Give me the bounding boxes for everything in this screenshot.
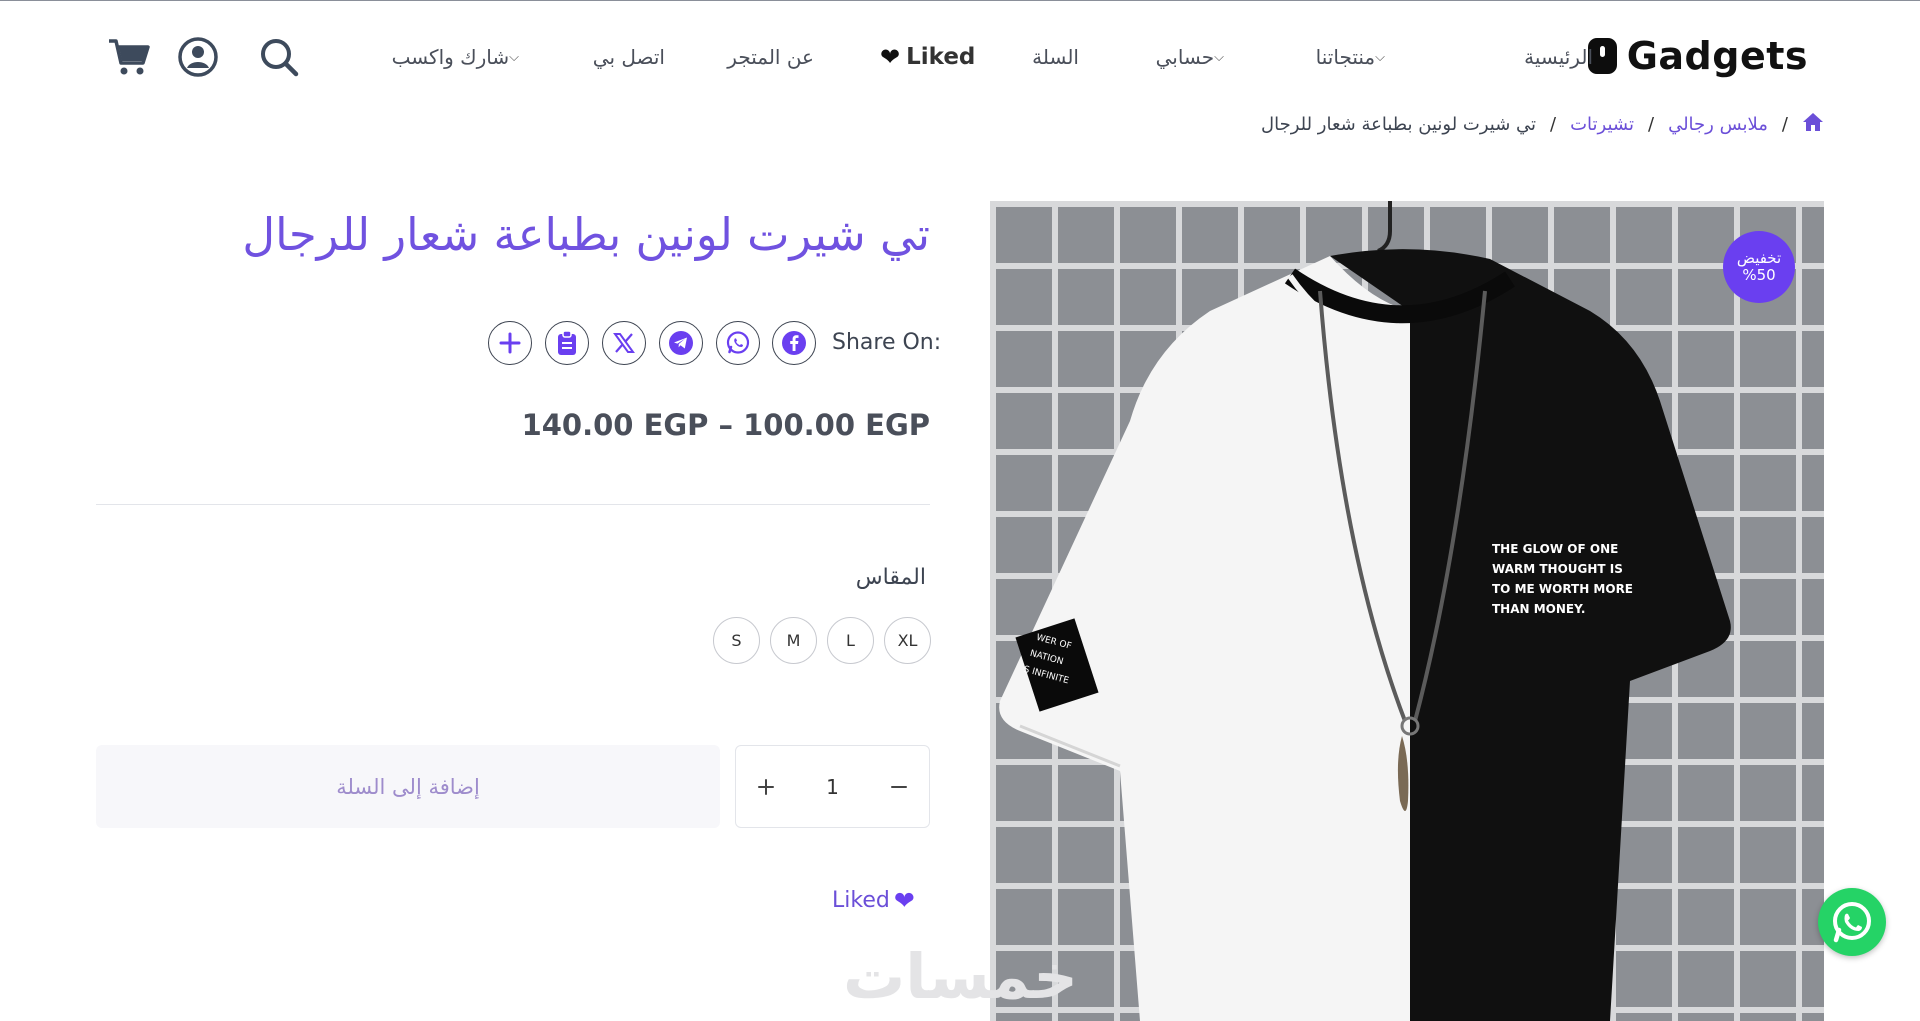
decrease-quantity-button[interactable] — [869, 746, 929, 827]
nav-about[interactable]: عن المتجر — [727, 42, 814, 72]
chevron-down-icon: ⌵ — [509, 49, 519, 65]
nav-account[interactable]: حسابي ⌵ — [1156, 42, 1232, 72]
whatsapp-icon — [1833, 902, 1871, 943]
minus-icon — [891, 785, 907, 788]
liked-label: Liked — [832, 888, 890, 913]
sale-badge-line2: %50 — [1742, 266, 1776, 284]
breadcrumb-separator: / — [1781, 114, 1788, 135]
size-option-m[interactable]: M — [770, 617, 817, 664]
nav-cart-label: السلة — [1032, 45, 1079, 69]
x-icon — [613, 333, 635, 353]
nav-affiliate[interactable]: شارك واكسب ⌵ — [392, 42, 527, 72]
brand-name: Gadgets — [1626, 34, 1808, 78]
nav-affiliate-label: شارك واكسب — [391, 45, 510, 69]
nav-contact[interactable]: اتصل بي — [593, 42, 665, 72]
heart-icon: ❤ — [893, 886, 915, 915]
size-option-xl[interactable]: XL — [884, 617, 931, 664]
breadcrumb-separator: / — [1647, 114, 1655, 135]
share-label: Share On: — [832, 330, 942, 355]
clipboard-icon — [558, 330, 576, 355]
nav-liked[interactable]: ❤ Liked — [880, 42, 975, 72]
quantity-input[interactable]: 1 — [796, 746, 869, 827]
search-icon[interactable] — [256, 34, 302, 80]
whatsapp-icon — [726, 331, 750, 354]
nav-cart[interactable]: السلة — [1032, 42, 1079, 72]
price-range: 140.00 EGP – 100.00 EGP — [521, 408, 930, 442]
nav-about-label: عن المتجر — [727, 45, 814, 69]
telegram-share-button[interactable] — [659, 321, 703, 365]
breadcrumb-tshirts[interactable]: تشيرتات — [1570, 114, 1634, 135]
top-border — [0, 0, 1920, 1]
divider — [96, 504, 930, 505]
size-option-s[interactable]: S — [713, 617, 760, 664]
print-line-1: THE GLOW OF ONE — [1492, 542, 1618, 556]
whatsapp-share-button[interactable] — [716, 321, 760, 365]
size-option-l[interactable]: L — [827, 617, 874, 664]
add-to-cart-button[interactable]: إضافة إلى السلة — [96, 745, 720, 828]
home-icon[interactable] — [1802, 112, 1824, 137]
nav-home[interactable]: الرئيسية — [1524, 42, 1593, 72]
facebook-share-button[interactable] — [772, 321, 816, 365]
telegram-icon — [669, 331, 693, 355]
breadcrumb-separator: / — [1550, 114, 1557, 135]
user-icon[interactable] — [175, 34, 221, 80]
x-share-button[interactable] — [602, 321, 646, 365]
cart-icon[interactable] — [106, 34, 152, 80]
increase-quantity-button[interactable] — [736, 746, 796, 827]
print-line-4: THAN MONEY. — [1492, 602, 1585, 616]
quantity-stepper: 1 — [735, 745, 930, 828]
breadcrumb-current: تي شيرت لونين بطباعة شعار للرجال — [1261, 114, 1537, 135]
heart-icon: ❤ — [880, 43, 901, 71]
size-label: المقاس — [855, 565, 926, 590]
print-line-3: TO ME WORTH MORE — [1492, 582, 1633, 596]
nav-products-label: منتجاتنا — [1315, 45, 1376, 69]
plus-icon — [758, 778, 774, 795]
nav-liked-label: Liked — [906, 44, 976, 70]
breadcrumb-men-clothing[interactable]: ملابس رجالي — [1668, 114, 1768, 135]
brand-logo[interactable]: Gadgets — [1587, 34, 1808, 78]
nav-contact-label: اتصل بي — [592, 45, 665, 69]
sale-badge: تخفيض %50 — [1723, 231, 1795, 303]
add-to-liked-button[interactable]: Liked ❤ — [832, 886, 915, 915]
copy-link-button[interactable] — [545, 321, 589, 365]
nav-home-label: الرئيسية — [1524, 45, 1593, 69]
product-image[interactable]: WER OF NATION S INFINITE THE GLOW OF ONE… — [990, 201, 1824, 1021]
sale-badge-line1: تخفيض — [1736, 248, 1782, 267]
whatsapp-chat-button[interactable] — [1818, 888, 1886, 956]
nav-account-label: حسابي — [1155, 45, 1215, 69]
breadcrumb: / ملابس رجالي / تشيرتات / تي شيرت لونين … — [1261, 112, 1824, 137]
product-title: تي شيرت لونين بطباعة شعار للرجال — [242, 208, 930, 261]
more-share-button[interactable] — [488, 321, 532, 365]
print-line-2: WARM THOUGHT IS — [1492, 562, 1623, 576]
chevron-down-icon: ⌵ — [1214, 49, 1224, 65]
plus-icon — [499, 332, 521, 354]
nav-products[interactable]: منتجاتنا ⌵ — [1316, 42, 1393, 72]
watermark: خمسات — [843, 940, 1078, 1013]
facebook-icon — [782, 331, 806, 355]
chevron-down-icon: ⌵ — [1375, 49, 1385, 65]
